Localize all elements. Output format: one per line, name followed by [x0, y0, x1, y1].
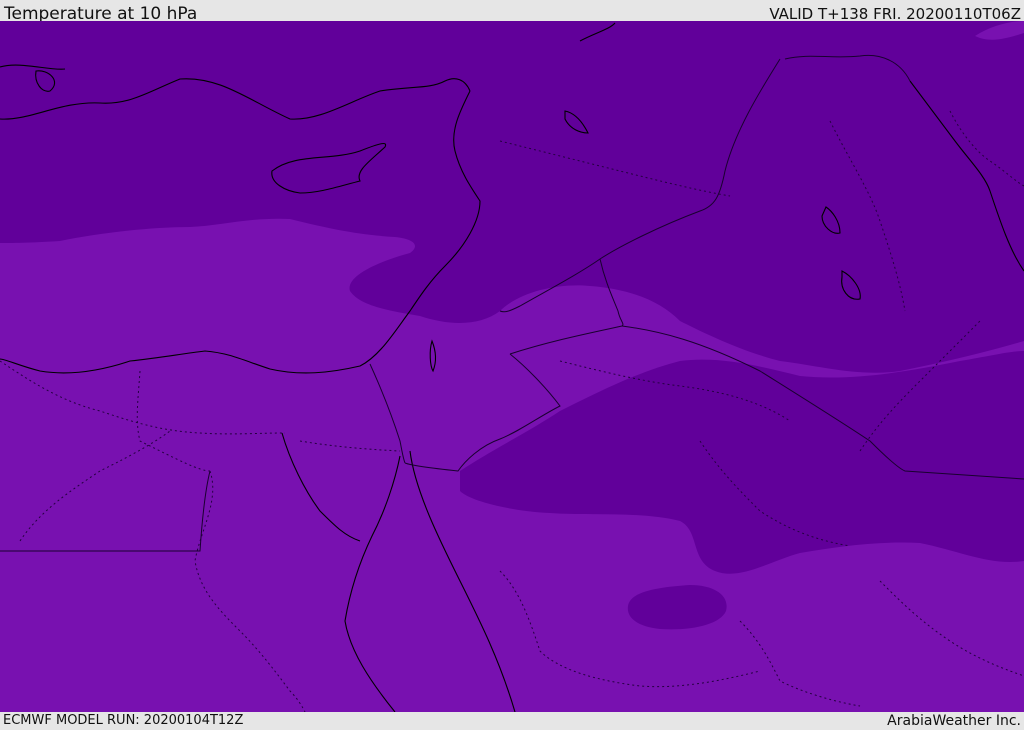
- model-run-label: ECMWF MODEL RUN: 20200104T12Z: [3, 713, 244, 728]
- weather-map[interactable]: [0, 21, 1024, 712]
- provider-credit: ArabiaWeather Inc.: [887, 713, 1021, 729]
- map-header: Temperature at 10 hPa VALID T+138 FRI. 2…: [0, 0, 1024, 24]
- map-footer: ECMWF MODEL RUN: 20200104T12Z ArabiaWeat…: [0, 712, 1024, 729]
- temperature-field: [0, 21, 1024, 712]
